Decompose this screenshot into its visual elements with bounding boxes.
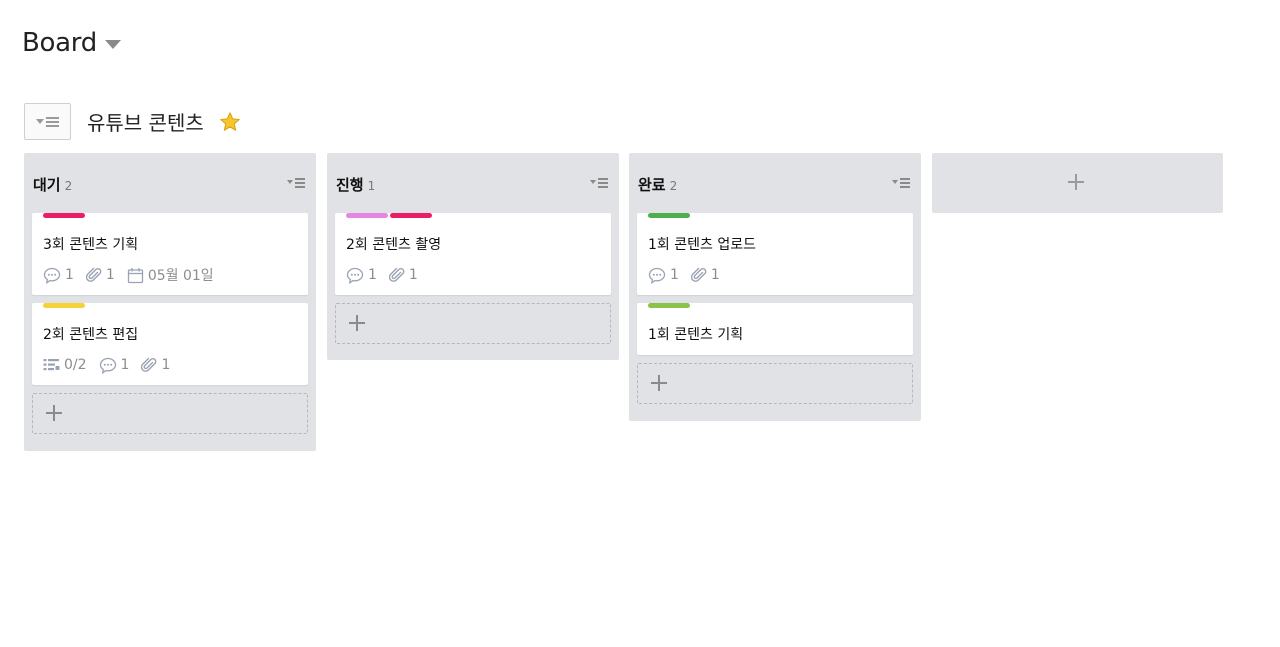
card-title: 2회 콘텐츠 편집 <box>43 327 139 343</box>
card-title: 1회 콘텐츠 기획 <box>648 327 744 343</box>
caret-down-icon <box>104 40 121 49</box>
card[interactable]: 2회 콘텐츠 촬영 1 1 <box>335 213 611 295</box>
column-header: 진행 1 <box>327 153 619 213</box>
column-count: 2 <box>64 179 73 193</box>
column-menu-icon[interactable] <box>286 177 306 189</box>
label-pink <box>43 213 85 218</box>
attachment-count: 1 <box>690 267 720 284</box>
card-labels <box>346 213 432 218</box>
label-violet <box>346 213 388 218</box>
add-card-button[interactable] <box>335 303 611 344</box>
card-meta: 1 1 <box>335 255 611 295</box>
column-title: 완료 2 <box>638 176 678 194</box>
add-column-button[interactable] <box>932 153 1223 213</box>
column-menu-icon[interactable] <box>891 177 911 189</box>
column-done: 완료 2 1회 콘텐츠 업로드 1 1 1회 콘텐츠 기획 <box>629 153 921 421</box>
comment-count: 1 <box>346 267 377 284</box>
card[interactable]: 2회 콘텐츠 편집 0/2 1 1 <box>32 303 308 385</box>
star-icon[interactable] <box>219 111 241 133</box>
comment-icon <box>648 267 666 284</box>
column-waiting: 대기 2 3회 콘텐츠 기획 1 1 05월 01일 2회 콘텐츠 편집 0/2… <box>24 153 316 451</box>
comment-count: 1 <box>99 357 129 374</box>
menu-toggle-button[interactable] <box>24 103 71 140</box>
plus-icon <box>46 405 62 421</box>
calendar-icon <box>127 267 143 283</box>
card[interactable]: 1회 콘텐츠 기획 <box>637 303 913 355</box>
board-switcher[interactable]: Board <box>22 28 121 58</box>
paperclip-icon <box>388 267 405 282</box>
paperclip-icon <box>141 357 157 372</box>
comment-count: 1 <box>648 267 679 284</box>
paperclip-icon <box>690 267 707 282</box>
card-meta: 1 1 <box>637 255 913 295</box>
attachment-count: 1 <box>85 267 115 284</box>
comment-icon <box>346 267 364 284</box>
comment-icon <box>99 357 116 374</box>
label-green <box>648 213 690 218</box>
card[interactable]: 3회 콘텐츠 기획 1 1 05월 01일 <box>32 213 308 295</box>
card-labels <box>43 303 85 308</box>
label-pink <box>390 213 432 218</box>
column-header: 완료 2 <box>629 153 921 213</box>
checklist-count: 0/2 <box>43 357 87 373</box>
card[interactable]: 1회 콘텐츠 업로드 1 1 <box>637 213 913 295</box>
card-title: 3회 콘텐츠 기획 <box>43 237 139 253</box>
card-title: 2회 콘텐츠 촬영 <box>346 237 442 253</box>
comment-count: 1 <box>43 267 74 284</box>
attachment-count: 1 <box>388 267 418 284</box>
plus-icon <box>651 375 667 391</box>
page-title: Board <box>22 28 97 58</box>
paperclip-icon <box>85 267 102 282</box>
add-card-button[interactable] <box>637 363 913 404</box>
add-card-button[interactable] <box>32 393 308 434</box>
checklist-icon <box>43 359 60 371</box>
column-title: 진행 1 <box>336 176 376 194</box>
card-labels <box>43 213 85 218</box>
attachment-count: 1 <box>141 357 170 374</box>
card-title: 1회 콘텐츠 업로드 <box>648 237 756 253</box>
column-in-progress: 진행 1 2회 콘텐츠 촬영 1 1 <box>327 153 619 360</box>
board-bar: 유튜브 콘텐츠 <box>24 103 241 140</box>
card-labels <box>648 213 690 218</box>
list-menu-icon <box>35 116 59 127</box>
column-header: 대기 2 <box>24 153 316 213</box>
due-date: 05월 01일 <box>127 265 214 285</box>
column-title: 대기 2 <box>33 176 73 194</box>
column-count: 2 <box>669 179 678 193</box>
label-lime <box>648 303 690 308</box>
column-count: 1 <box>367 179 376 193</box>
comment-icon <box>43 267 61 284</box>
plus-icon <box>1068 174 1084 190</box>
column-menu-icon[interactable] <box>589 177 609 189</box>
label-yellow <box>43 303 85 308</box>
board-name: 유튜브 콘텐츠 <box>87 111 204 135</box>
card-meta: 0/2 1 1 <box>32 345 308 385</box>
plus-icon <box>349 315 365 331</box>
card-labels <box>648 303 690 308</box>
card-meta: 1 1 05월 01일 <box>32 255 308 295</box>
